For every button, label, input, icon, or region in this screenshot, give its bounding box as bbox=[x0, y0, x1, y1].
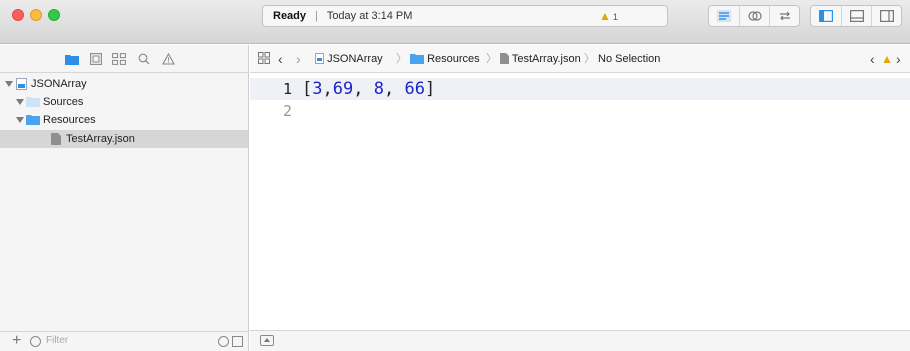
related-items-icon[interactable] bbox=[258, 52, 270, 66]
breadcrumb-separator-icon: 〉 bbox=[396, 53, 407, 65]
show-debug-area-icon[interactable] bbox=[260, 335, 274, 346]
breadcrumb-project[interactable]: JSONArray bbox=[315, 52, 383, 66]
forward-arrow-icon[interactable]: › bbox=[296, 52, 301, 66]
breadcrumb-label: Resources bbox=[427, 53, 480, 65]
standard-editor-button[interactable] bbox=[709, 6, 739, 26]
file-icon bbox=[500, 53, 509, 64]
symbol-icon bbox=[90, 53, 102, 65]
add-file-button[interactable]: + bbox=[12, 333, 21, 349]
minimize-window-button[interactable] bbox=[30, 9, 42, 21]
warning-triangle-icon bbox=[161, 53, 175, 65]
tree-row-label: Resources bbox=[43, 114, 96, 126]
right-panel-icon bbox=[879, 10, 894, 22]
tree-row-label: Sources bbox=[43, 96, 84, 108]
navigator-filter-bar: + Filter bbox=[0, 331, 248, 351]
build-status: Ready bbox=[273, 10, 307, 22]
recent-files-icon[interactable] bbox=[218, 336, 229, 347]
debug-bar bbox=[250, 330, 910, 351]
project-navigator-tab[interactable] bbox=[64, 52, 80, 66]
project-icon bbox=[315, 53, 324, 64]
disclosure-triangle-icon[interactable] bbox=[5, 81, 13, 87]
tree-row-testarray-json[interactable]: TestArray.json bbox=[0, 130, 248, 148]
symbol-navigator-tab[interactable] bbox=[88, 52, 104, 66]
view-toggle-control bbox=[810, 5, 902, 27]
code-line[interactable]: 1 [3,69, 8, 66] bbox=[250, 78, 910, 100]
breadcrumb-separator-icon: 〉 bbox=[486, 53, 497, 65]
warning-icon[interactable]: ▲ bbox=[881, 52, 893, 66]
disclosure-triangle-icon[interactable] bbox=[16, 99, 24, 105]
toggle-debug-area-button[interactable] bbox=[841, 6, 871, 26]
warning-indicator[interactable]: ▲ 1 bbox=[599, 6, 618, 27]
activity-viewer: Ready | Today at 3:14 PM ▲ 1 bbox=[262, 5, 668, 27]
disclosure-triangle-icon[interactable] bbox=[16, 117, 24, 123]
file-icon bbox=[51, 133, 61, 145]
breadcrumb-label: JSONArray bbox=[327, 53, 383, 65]
code-line[interactable]: 2 bbox=[250, 100, 910, 122]
jump-bar: ‹ › JSONArray 〉 Resources 〉 TestArray.js… bbox=[250, 45, 910, 73]
folder-icon bbox=[26, 97, 40, 107]
folder-icon bbox=[410, 54, 424, 64]
breadcrumb-folder[interactable]: Resources bbox=[410, 52, 480, 66]
toggle-utilities-button[interactable] bbox=[871, 6, 901, 26]
tree-row-label: TestArray.json bbox=[66, 133, 135, 145]
breadcrumb-label: TestArray.json bbox=[511, 53, 581, 65]
filter-input[interactable]: Filter bbox=[46, 335, 68, 346]
project-navigator: JSONArray Sources Resources TestArray.js… bbox=[0, 45, 249, 351]
filter-icon bbox=[30, 336, 41, 347]
left-panel-icon bbox=[819, 10, 833, 22]
navigator-tab-bar bbox=[0, 45, 248, 73]
breadcrumb-selection[interactable]: No Selection bbox=[598, 52, 660, 66]
search-icon bbox=[138, 53, 150, 65]
previous-issue-icon[interactable]: ‹ bbox=[870, 52, 875, 66]
window-toolbar: Ready | Today at 3:14 PM ▲ 1 bbox=[0, 0, 910, 44]
project-icon bbox=[16, 78, 27, 90]
assistant-editor-icon bbox=[747, 11, 762, 21]
code-text[interactable]: [3,69, 8, 66] bbox=[302, 78, 435, 100]
zoom-window-button[interactable] bbox=[48, 9, 60, 21]
back-arrow-icon[interactable]: ‹ bbox=[278, 52, 283, 66]
warning-icon: ▲ bbox=[599, 9, 611, 23]
line-number: 1 bbox=[282, 80, 292, 98]
tree-row-label: JSONArray bbox=[31, 78, 87, 90]
source-control-filter-icon[interactable] bbox=[232, 336, 243, 347]
tree-row-project[interactable]: JSONArray bbox=[0, 75, 248, 93]
next-issue-icon[interactable]: › bbox=[896, 52, 901, 66]
version-editor-button[interactable] bbox=[769, 6, 799, 26]
find-navigator-tab[interactable] bbox=[136, 52, 152, 66]
source-editor[interactable]: 1 [3,69, 8, 66] 2 bbox=[250, 74, 910, 330]
hierarchy-icon bbox=[112, 53, 126, 65]
tree-row-resources[interactable]: Resources bbox=[0, 111, 248, 129]
editor-mode-control bbox=[708, 5, 800, 27]
warning-count: 1 bbox=[612, 12, 618, 22]
close-window-button[interactable] bbox=[12, 9, 24, 21]
assistant-editor-button[interactable] bbox=[739, 6, 769, 26]
hierarchy-navigator-tab[interactable] bbox=[111, 52, 127, 66]
activity-separator: | bbox=[315, 10, 318, 22]
issue-navigator-tab[interactable] bbox=[160, 52, 176, 66]
version-editor-icon bbox=[779, 11, 790, 21]
tree-row-sources[interactable]: Sources bbox=[0, 93, 248, 111]
folder-icon bbox=[26, 115, 40, 125]
standard-editor-icon bbox=[717, 10, 731, 22]
toggle-navigator-button[interactable] bbox=[811, 6, 841, 26]
breadcrumb-separator-icon: 〉 bbox=[584, 53, 595, 65]
breadcrumb-file[interactable]: TestArray.json bbox=[500, 52, 581, 66]
folder-icon bbox=[65, 55, 79, 65]
line-number: 2 bbox=[282, 102, 292, 120]
bottom-panel-icon bbox=[849, 10, 864, 22]
build-timestamp: Today at 3:14 PM bbox=[326, 10, 413, 22]
